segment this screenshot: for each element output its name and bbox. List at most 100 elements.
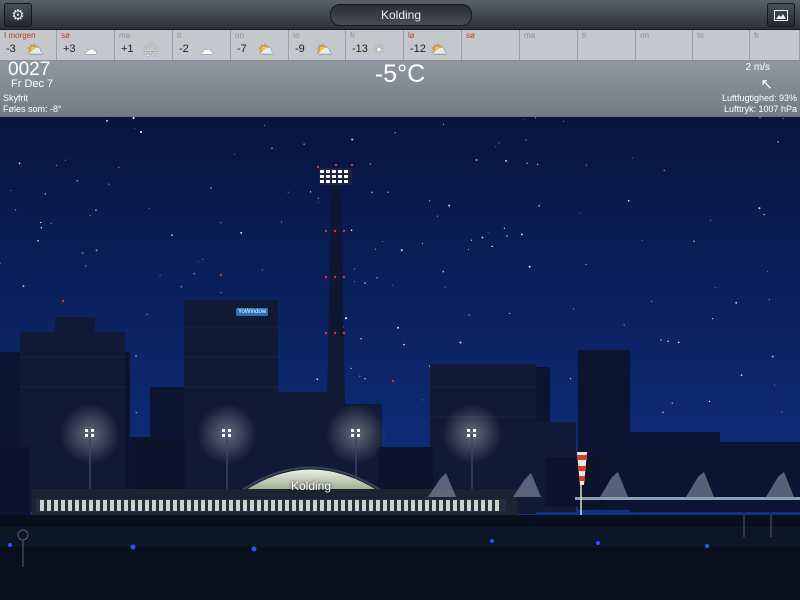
station-window (488, 500, 492, 511)
star (623, 324, 625, 326)
star (22, 285, 25, 287)
forecast-day[interactable]: fr (750, 30, 800, 60)
gear-icon: ⚙ (11, 7, 25, 24)
station-window (264, 500, 268, 511)
star (403, 343, 405, 346)
weather-scene[interactable]: YoWindow Kolding (0, 117, 800, 600)
forecast-day-label: I morgen (4, 31, 36, 40)
star (400, 249, 403, 252)
star (44, 193, 47, 195)
star (370, 191, 373, 194)
station-window (362, 500, 366, 511)
star (376, 276, 378, 279)
star (397, 326, 400, 329)
forecast-day[interactable]: fr -13 ☀ (346, 30, 404, 60)
yowindow-sign: YoWindow (236, 308, 269, 316)
star (579, 212, 581, 214)
star (422, 243, 423, 244)
star (354, 268, 356, 270)
wind-speed: 2 m/s (745, 62, 770, 73)
city-night-illustration (0, 117, 800, 600)
cloud-icon: ☁ (84, 42, 97, 57)
star (134, 127, 136, 129)
star (759, 117, 761, 119)
station-window (292, 500, 296, 511)
forecast-day-label: ti (177, 31, 181, 40)
star (180, 285, 183, 288)
settings-button[interactable]: ⚙ (4, 3, 32, 27)
forecast-day[interactable]: ti (578, 30, 636, 60)
station-label: Kolding (290, 479, 332, 493)
star (667, 340, 670, 343)
station-window (180, 500, 184, 511)
station-window (61, 500, 65, 511)
star (671, 402, 673, 404)
station-window (47, 500, 51, 511)
star (139, 130, 143, 134)
star (40, 226, 43, 229)
station-window (194, 500, 198, 511)
star (536, 163, 539, 166)
forecast-temperature: -13 (352, 43, 368, 55)
star (523, 118, 524, 120)
station-window (110, 500, 114, 511)
station-window (215, 500, 219, 511)
station-window (467, 500, 471, 511)
star (10, 190, 12, 192)
forecast-day-label: on (640, 31, 649, 40)
forecast-day[interactable]: sø +3 ☁ (57, 30, 115, 60)
station-window (117, 500, 121, 511)
star (768, 299, 770, 301)
forecast-temperature: -2 (179, 43, 189, 55)
star (491, 245, 493, 248)
star (351, 138, 354, 141)
star (350, 229, 353, 231)
forecast-day[interactable]: ma +1 🌨 (115, 30, 173, 60)
station-window (453, 500, 457, 511)
cloud-snow-icon: 🌨 (142, 42, 159, 57)
forecast-day[interactable]: sø (462, 30, 520, 60)
forecast-temperature: +3 (63, 43, 76, 55)
star (148, 207, 150, 209)
star (391, 284, 393, 286)
star (210, 187, 213, 189)
star (428, 200, 431, 202)
image-button[interactable] (767, 3, 795, 27)
station-window (383, 500, 387, 511)
location-selector[interactable]: Kolding (330, 4, 472, 26)
forecast-day[interactable]: ma (520, 30, 578, 60)
forecast-day[interactable]: ti -2 ☁ (173, 30, 231, 60)
station-window (348, 500, 352, 511)
forecast-day-label: lø (408, 31, 415, 40)
station-window (131, 500, 135, 511)
forecast-day[interactable]: to (693, 30, 750, 60)
station-window (229, 500, 233, 511)
star (287, 191, 289, 193)
current-temperature[interactable]: -5°C (350, 60, 450, 89)
station-window (341, 500, 345, 511)
star (374, 248, 377, 250)
forecast-day-label: ma (524, 31, 536, 40)
forecast-day[interactable]: to -9 ⛅ (289, 30, 346, 60)
sun-cloud-icon: ⛅ (316, 42, 333, 57)
star (771, 355, 774, 358)
star (89, 214, 91, 216)
star (369, 163, 371, 165)
forecast-day[interactable]: on (636, 30, 693, 60)
star (773, 384, 776, 386)
station-window (418, 500, 422, 511)
forecast-day[interactable]: on -7 ⛅ (231, 30, 289, 60)
forecast-day[interactable]: I morgen -3 ⛅ (0, 30, 57, 60)
station-window (271, 500, 275, 511)
forecast-day[interactable]: lø -12 ⛅ (404, 30, 462, 60)
star (641, 240, 643, 242)
star (470, 239, 473, 241)
station-window (446, 500, 450, 511)
star (264, 124, 265, 126)
star (193, 272, 195, 275)
station-window (243, 500, 247, 511)
station-window (432, 500, 436, 511)
star (280, 221, 282, 223)
forecast-temperature: -3 (6, 43, 16, 55)
station-window (152, 500, 156, 511)
